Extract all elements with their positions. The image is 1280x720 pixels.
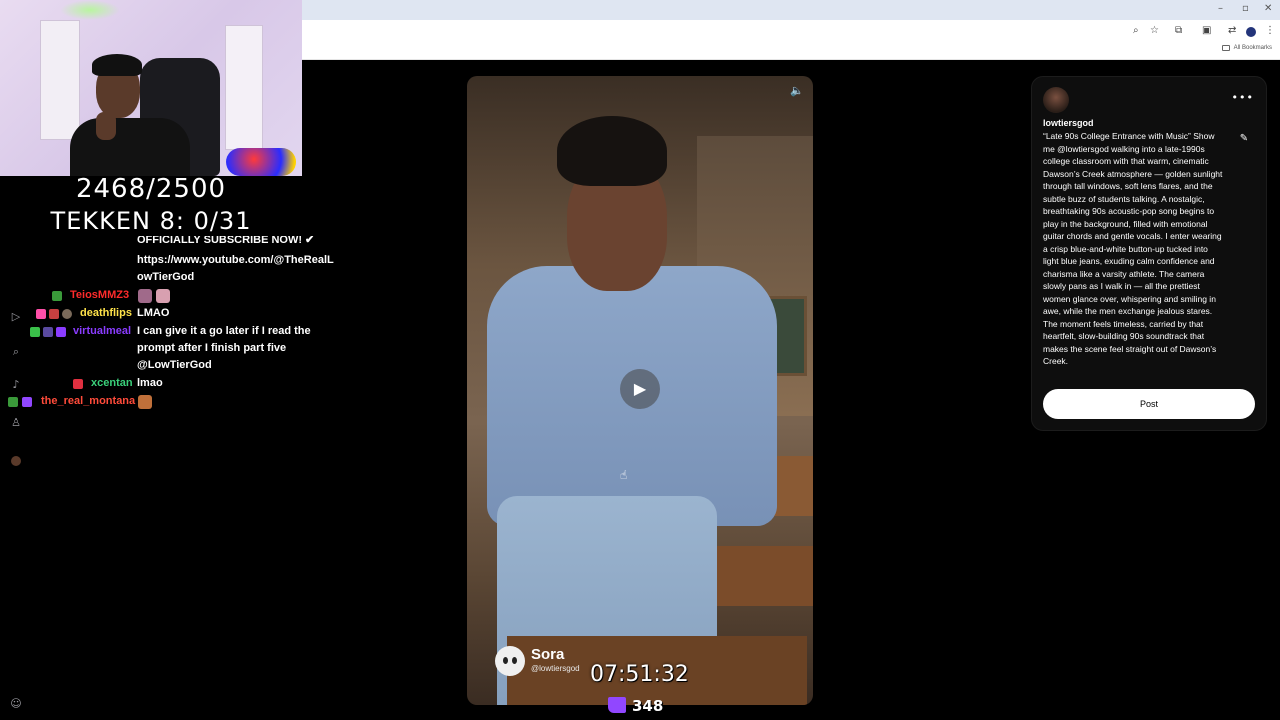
chat-username[interactable]: deathflips — [80, 305, 132, 322]
volume-icon[interactable]: 🔈 — [789, 84, 805, 98]
bookmarks-bar: All Bookmarks — [302, 42, 1280, 60]
emote-icon — [156, 289, 170, 303]
minimize-icon[interactable]: – — [1218, 3, 1223, 14]
chat-message-text: owTierGod — [137, 271, 195, 283]
chat-cutoff-line: OFFICIALLY SUBSCRIBE NOW! ✔ — [137, 236, 315, 244]
more-options-icon[interactable]: ••• — [1232, 91, 1254, 104]
bell-icon[interactable]: ♪ — [8, 378, 24, 394]
post-prompt-text: “Late 90s College Entrance with Music” S… — [1043, 131, 1223, 366]
browser-tab-strip — [302, 0, 1280, 20]
badge-icon — [56, 327, 66, 337]
chat-username[interactable]: virtualmeal — [73, 323, 131, 340]
twitch-icon — [608, 697, 626, 713]
webcam-person-hand — [96, 112, 116, 140]
search-icon[interactable]: ⌕ — [8, 345, 24, 361]
avatar[interactable] — [1043, 87, 1069, 113]
video-handle-watermark: @lowtiersgod — [531, 664, 580, 673]
badge-icon — [8, 397, 18, 407]
all-bookmarks-link[interactable]: All Bookmarks — [1234, 45, 1272, 51]
chat-message-text: lmao — [137, 377, 163, 389]
menu-kebab-icon[interactable]: ⋮ — [1265, 25, 1275, 36]
video-desk — [717, 546, 813, 606]
emote-icon — [138, 289, 152, 303]
play-button[interactable]: ▶ — [620, 369, 660, 409]
chat-message-text: https://www.youtube.com/@TheRealL — [137, 254, 334, 266]
badge-icon — [36, 309, 46, 319]
profile-avatar-icon[interactable] — [1246, 27, 1256, 37]
video-person-hair — [557, 116, 667, 186]
badge-icon — [43, 327, 53, 337]
post-button[interactable]: Post — [1043, 389, 1255, 419]
emote-icon — [138, 395, 152, 409]
video-brand-watermark: Sora — [531, 646, 565, 663]
chat-username[interactable]: xcentan — [91, 375, 133, 392]
badge-icon — [73, 379, 83, 389]
chat-message-text: I can give it a go later if I read the — [137, 325, 311, 337]
edit-pencil-icon[interactable]: ✎ — [1236, 133, 1252, 149]
chat-message-text: prompt after I finish part five — [137, 342, 287, 354]
logo-eye — [512, 657, 517, 664]
badge-icon — [22, 397, 32, 407]
profile-avatar-icon[interactable] — [11, 456, 21, 466]
webcam-pillow — [226, 148, 296, 176]
goal-counter: 2468/2500 — [75, 174, 227, 204]
trophy-icon[interactable]: ♙ — [8, 416, 24, 432]
webcam-door — [40, 20, 80, 140]
logo-eye — [503, 657, 508, 664]
chat-message-text: LMAO — [137, 307, 170, 319]
chat-message-text: @LowTierGod — [137, 359, 212, 371]
webcam-feed — [0, 0, 302, 176]
badge-icon — [30, 327, 40, 337]
chat-username[interactable]: TeiosMMZ3 — [70, 287, 129, 304]
webcam-person-hair — [92, 54, 142, 76]
screen: – ▫ ✕ ⌕ ☆ ⧉ ▣ ⇄ ⋮ All Bookmarks 2468/250… — [0, 0, 1280, 720]
sidepanel-icon[interactable]: ▣ — [1202, 25, 1211, 36]
settings-icon[interactable]: ☺ — [8, 697, 24, 713]
badge-icon — [49, 309, 59, 319]
post-panel: ••• lowtiersgod “Late 90s College Entran… — [1031, 76, 1267, 431]
sora-logo-icon — [495, 646, 525, 676]
video-icon[interactable]: ▷ — [8, 310, 24, 326]
post-username[interactable]: lowtiersgod — [1043, 118, 1094, 128]
stream-timer: 07:51:32 — [590, 662, 689, 687]
webcam-light — [60, 0, 120, 20]
webcam-person — [70, 118, 190, 176]
extensions-icon[interactable]: ⧉ — [1175, 25, 1182, 36]
video-player[interactable]: 🔈 ▶ Sora @lowtiersgod — [467, 76, 813, 705]
viewer-count: 348 — [632, 697, 664, 715]
chat-username[interactable]: the_real_montana — [41, 393, 135, 410]
badge-icon — [52, 291, 62, 301]
zoom-icon[interactable]: ⌕ — [1133, 25, 1139, 36]
translate-icon[interactable]: ⇄ — [1228, 25, 1236, 36]
mouse-cursor-icon: ☝ — [620, 468, 628, 482]
folder-icon — [1222, 45, 1230, 51]
restore-icon[interactable]: ▫ — [1242, 3, 1249, 14]
tekken-counter: TEKKEN 8: 0/31 — [50, 207, 252, 235]
close-icon[interactable]: ✕ — [1264, 3, 1272, 14]
bookmark-star-icon[interactable]: ☆ — [1150, 25, 1159, 36]
badge-icon — [62, 309, 72, 319]
webcam-door — [225, 25, 263, 150]
